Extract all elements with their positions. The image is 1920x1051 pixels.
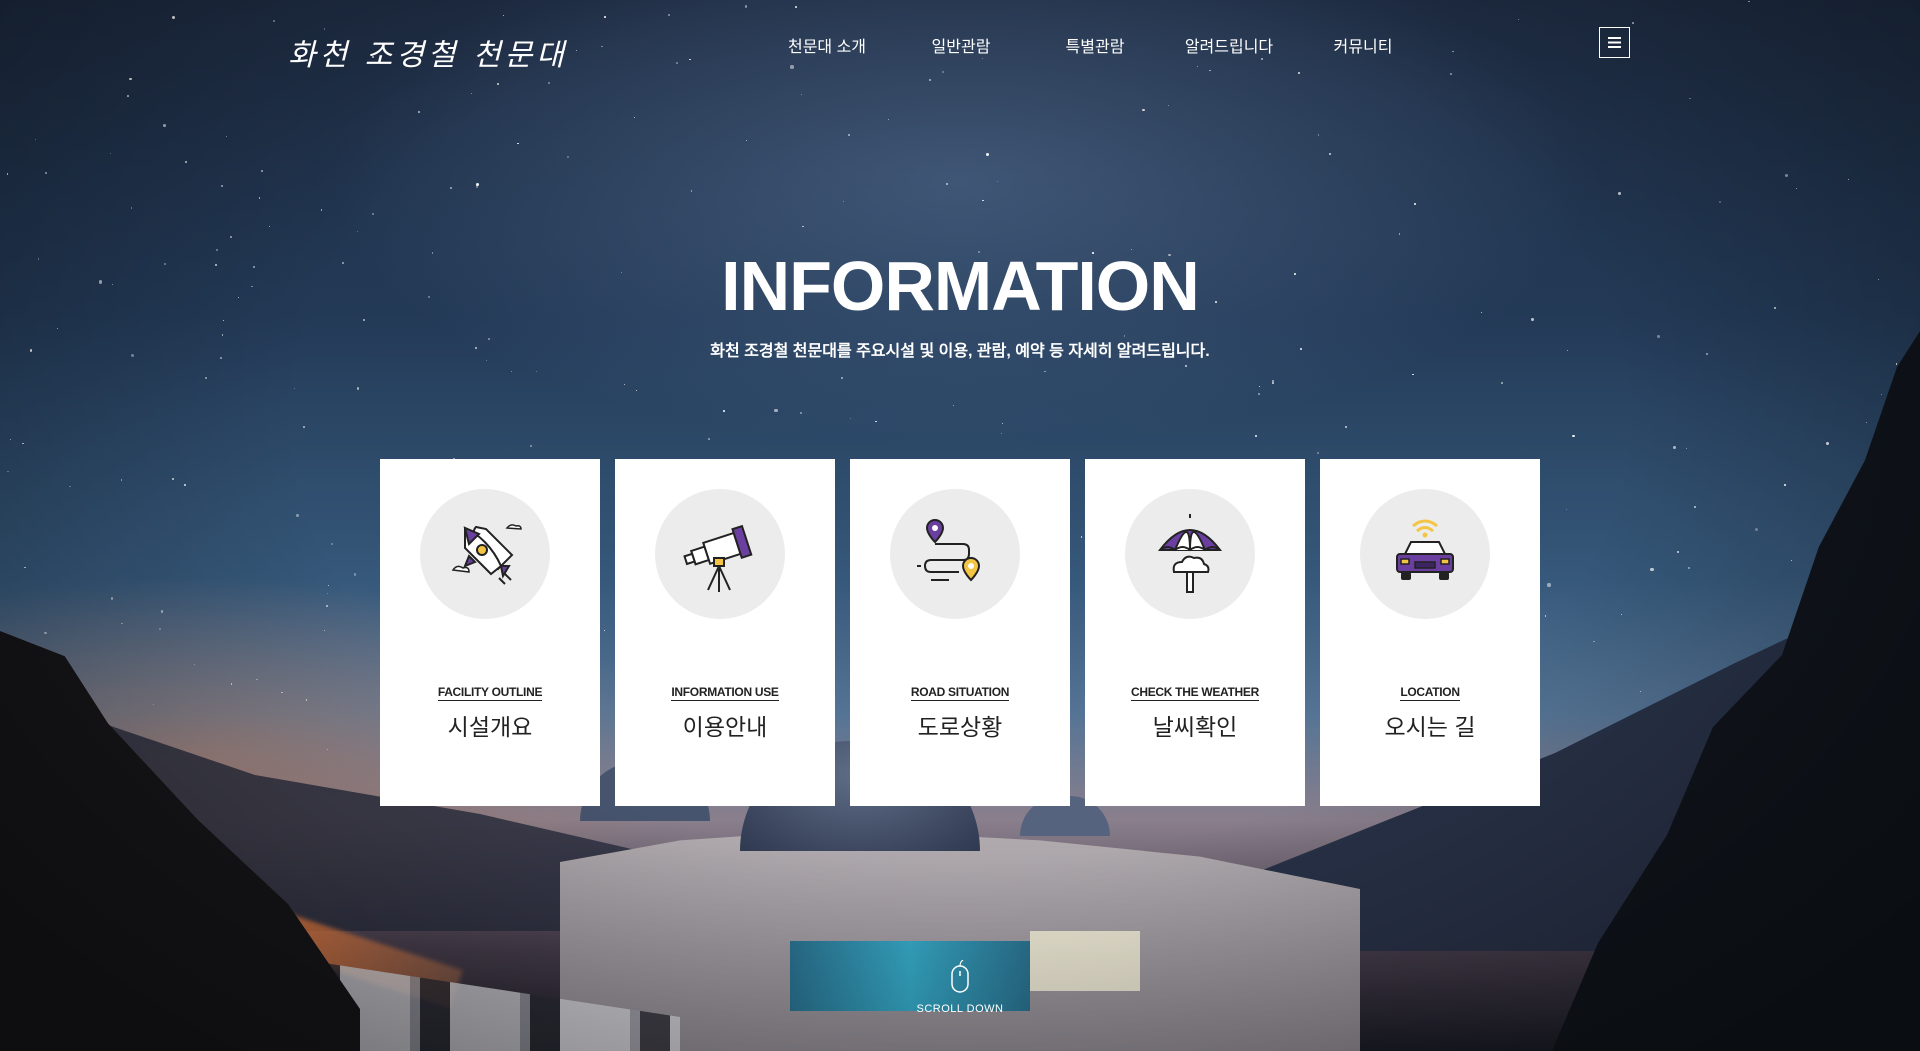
nav-item-notices[interactable]: 알려드립니다: [1162, 33, 1296, 57]
card-title-ko: 도로상황: [917, 714, 1003, 740]
rocket-icon: [451, 524, 522, 585]
card-title-ko: 날씨확인: [1152, 714, 1238, 740]
route-map-icon: [917, 518, 981, 582]
hamburger-menu-icon: [1608, 37, 1621, 48]
site-header: 화천 조경철 천문대 천문대 소개 일반관람 특별관람 알려드립니다 커뮤니티: [0, 0, 1920, 90]
card-location[interactable]: LOCATION 오시는 길: [1320, 459, 1540, 806]
nav-item-special-viewing[interactable]: 특별관람: [1028, 33, 1162, 57]
card-title-ko: 이용안내: [682, 714, 768, 740]
umbrella-weather-icon: [1157, 514, 1223, 593]
card-title-ko: 오시는 길: [1384, 714, 1476, 740]
nav-item-general-viewing[interactable]: 일반관람: [894, 33, 1028, 57]
card-check-weather[interactable]: CHECK THE WEATHER 날씨확인: [1085, 459, 1305, 806]
main-navigation: 천문대 소개 일반관람 특별관람 알려드립니다 커뮤니티: [760, 33, 1430, 57]
card-title-en: ROAD SITUATION: [910, 685, 1010, 701]
mouse-icon: [951, 959, 969, 993]
card-information-use[interactable]: INFORMATION USE 이용안내: [615, 459, 835, 806]
telescope-icon: [683, 524, 753, 592]
site-logo[interactable]: 화천 조경철 천문대: [288, 30, 568, 74]
nav-item-community[interactable]: 커뮤니티: [1296, 33, 1430, 57]
card-road-situation[interactable]: ROAD SITUATION 도로상황: [850, 459, 1070, 806]
card-title-en: INFORMATION USE: [671, 685, 779, 701]
scroll-down-button[interactable]: SCROLL DOWN: [910, 959, 1010, 1015]
nav-item-observatory-intro[interactable]: 천문대 소개: [760, 33, 894, 57]
scroll-down-label: SCROLL DOWN: [916, 1003, 1004, 1015]
car-wifi-icon: [1396, 519, 1454, 580]
menu-button[interactable]: [1599, 27, 1630, 58]
card-title-en: FACILITY OUTLINE: [437, 685, 543, 701]
card-facility-outline[interactable]: FACILITY OUTLINE 시설개요: [380, 459, 600, 806]
info-cards: FACILITY OUTLINE 시설개요 INFORMATION USE 이용…: [380, 459, 1540, 806]
card-title-en: LOCATION: [1400, 685, 1460, 701]
page-subtitle: 화천 조경철 천문대를 주요시설 및 이용, 관람, 예약 등 자세히 알려드립…: [710, 343, 1210, 360]
card-title-en: CHECK THE WEATHER: [1130, 685, 1259, 701]
page-title: INFORMATION: [721, 247, 1200, 325]
card-title-ko: 시설개요: [447, 714, 533, 740]
